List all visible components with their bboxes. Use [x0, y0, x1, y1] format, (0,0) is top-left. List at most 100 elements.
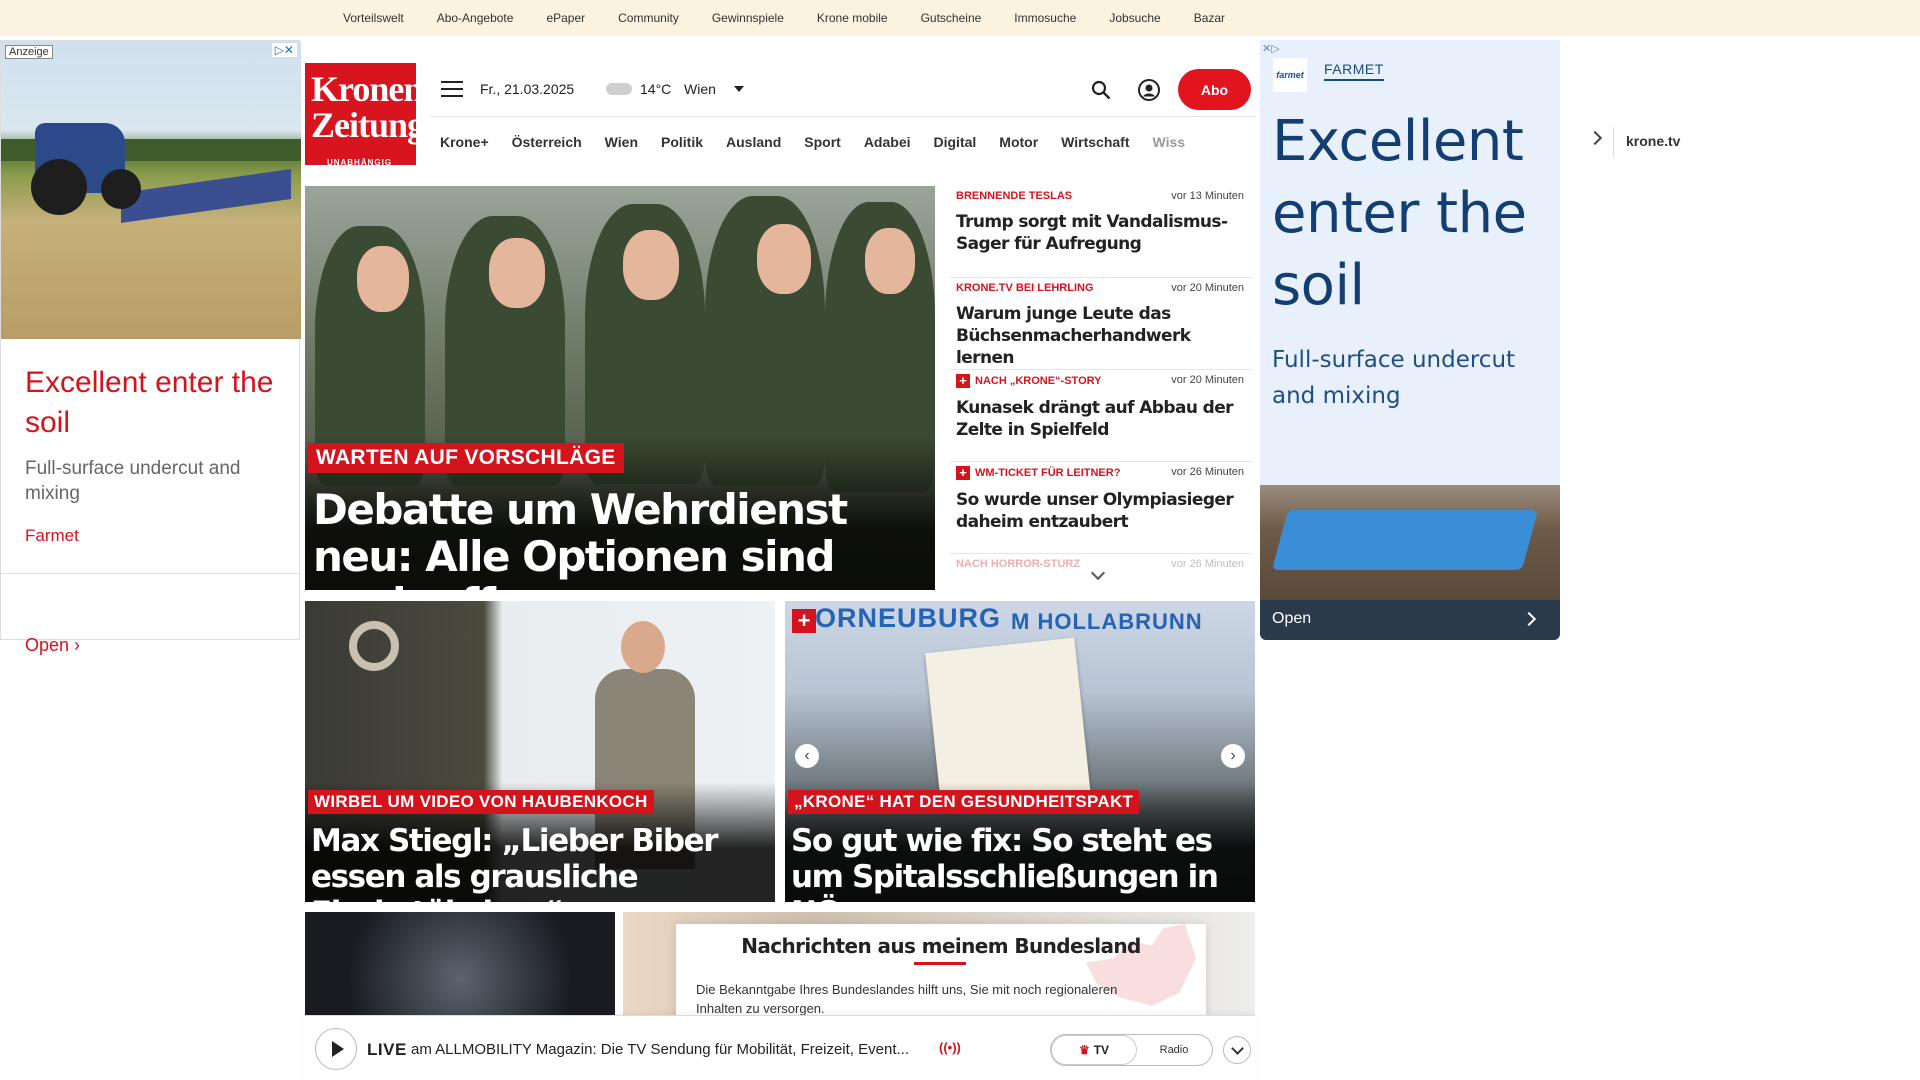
hero-kicker: WARTEN AUF VORSCHLÄGE — [308, 443, 624, 473]
ad-subline: Full-surface undercut and mixing — [1272, 347, 1516, 409]
nav-item-wirtschaft[interactable]: Wirtschaft — [1061, 134, 1129, 150]
nav-item-wissen[interactable]: Wiss — [1153, 134, 1186, 150]
region-description: Die Bekanntgabe Ihres Bundeslandes hilft… — [696, 982, 1118, 1016]
broadcast-icon: ((•)) — [939, 1040, 961, 1055]
radio-toggle-option[interactable]: Radio — [1136, 1035, 1212, 1065]
topbar-link-vorteilswelt[interactable]: Vorteilswelt — [343, 11, 404, 25]
nav-item-krone-tv[interactable]: krone.tv — [1626, 133, 1680, 149]
news-title[interactable]: Trump sorgt mit Vandalismus-Sager für Au… — [956, 211, 1246, 255]
logo-line1: Kronen — [311, 69, 423, 109]
live-label: LIVE — [367, 1040, 407, 1059]
region-title: Nachrichten aus meinem Bundesland — [741, 934, 1141, 958]
krone-plus-icon: + — [956, 466, 970, 480]
chevron-right-icon — [1521, 611, 1537, 627]
carousel-prev-button[interactable]: ‹ — [795, 744, 819, 768]
current-date: Fr., 21.03.2025 — [480, 81, 575, 97]
live-program-text[interactable]: am ALLMOBILITY Magazin: Die TV Sendung f… — [411, 1041, 909, 1058]
search-icon[interactable] — [1091, 80, 1111, 100]
latest-news-list: BRENNENDE TESLAS vor 13 Minuten Trump so… — [950, 186, 1252, 590]
tv-toggle-option[interactable]: ♛ TV — [1051, 1035, 1137, 1065]
news-time: vor 13 Minuten — [1171, 190, 1244, 202]
nav-item-motor[interactable]: Motor — [999, 134, 1038, 150]
ad-divider — [1, 573, 299, 574]
hero-figure — [757, 224, 811, 294]
main-navigation: Krone+ Österreich Wien Politik Ausland S… — [430, 116, 1680, 166]
nav-item-sport[interactable]: Sport — [804, 134, 841, 150]
hero-headline[interactable]: Debatte um Wehrdienst neu: Alle Optionen… — [313, 486, 923, 590]
nav-item-ausland[interactable]: Ausland — [726, 134, 781, 150]
ad-open-button[interactable]: Open — [1260, 600, 1560, 640]
nav-item-adabei[interactable]: Adabei — [864, 134, 911, 150]
hero-figure — [357, 246, 409, 312]
news-item[interactable]: KRONE.TV BEI LEHRLING vor 20 Minuten War… — [950, 278, 1252, 370]
ad-subline: Full-surface undercut and mixing — [25, 458, 241, 504]
adchoices-icon[interactable]: ✕▷ — [1262, 42, 1280, 55]
news-kicker: NACH „KRONE“-STORY — [975, 375, 1102, 387]
ad-wheel — [31, 159, 87, 215]
sign-text: M HOLLABRUNN — [1011, 609, 1203, 634]
kronen-zeitung-logo[interactable]: Kronen Zeitung UNABHÄNGIG — [305, 63, 425, 167]
krone-plus-icon: + — [956, 374, 970, 388]
krone-plus-icon: + — [792, 609, 816, 633]
right-ad-banner[interactable]: ✕▷ farmet FARMET Excellent enter the soi… — [1260, 40, 1560, 640]
article-card-stiegl[interactable]: WIRBEL UM VIDEO VON HAUBENKOCH Max Stieg… — [305, 601, 775, 902]
logo-tagline: UNABHÄNGIG — [326, 158, 393, 167]
city-selector[interactable]: Wien — [684, 81, 716, 97]
topbar-link-community[interactable]: Community — [618, 11, 679, 25]
nav-scroll-right-icon[interactable] — [1587, 130, 1603, 146]
chef-head — [621, 621, 665, 673]
hero-figure — [623, 230, 679, 300]
nav-item-krone-plus[interactable]: Krone+ — [440, 134, 489, 150]
farmet-logo[interactable]: farmet — [1273, 58, 1307, 92]
topbar-link-gewinnspiele[interactable]: Gewinnspiele — [712, 11, 784, 25]
article-card-spitaeler[interactable]: ORNEUBURG M HOLLABRUNN + ‹ › „KRONE“ HAT… — [785, 601, 1255, 902]
ad-open-label: Open — [1272, 610, 1312, 627]
live-player-bar: LIVE am ALLMOBILITY Magazin: Die TV Send… — [305, 1015, 1255, 1080]
tv-radio-toggle[interactable]: ♛ TV Radio — [1050, 1034, 1213, 1066]
news-title[interactable]: Kunasek drängt auf Abbau der Zelte in Sp… — [956, 397, 1246, 441]
news-title[interactable]: Warum junge Leute das Büchsenmacherhandw… — [956, 303, 1246, 369]
ad-wheel — [101, 169, 141, 209]
ad-open-button[interactable]: Open › — [25, 635, 80, 656]
card-headline[interactable]: So gut wie fix: So steht es um Spitalssc… — [791, 823, 1251, 902]
hero-figure — [865, 228, 915, 294]
ad-brand[interactable]: FARMET — [1324, 61, 1384, 81]
nav-item-oesterreich[interactable]: Österreich — [512, 134, 582, 150]
hamburger-menu-icon[interactable] — [441, 81, 463, 97]
nav-item-wien[interactable]: Wien — [605, 134, 638, 150]
topbar-link-abo-angebote[interactable]: Abo-Angebote — [437, 11, 514, 25]
expand-player-button[interactable] — [1223, 1036, 1251, 1064]
news-item[interactable]: + NACH „KRONE“-STORY vor 20 Minuten Kunas… — [950, 370, 1252, 462]
crown-icon: ♛ — [1078, 1043, 1090, 1057]
chevron-down-icon[interactable] — [734, 86, 744, 92]
ad-brand[interactable]: Farmet — [25, 526, 79, 546]
news-title[interactable]: So wurde unser Olympiasieger daheim entz… — [956, 489, 1246, 533]
sign-text: ORNEUBURG — [815, 603, 1002, 633]
nav-item-digital[interactable]: Digital — [934, 134, 977, 150]
topbar-link-immosuche[interactable]: Immosuche — [1014, 11, 1076, 25]
card-headline[interactable]: Max Stiegl: „Lieber Biber essen als grau… — [311, 823, 771, 902]
nav-item-politik[interactable]: Politik — [661, 134, 703, 150]
ad-tractor-image[interactable] — [1, 41, 301, 339]
hero-article[interactable]: WARTEN AUF VORSCHLÄGE Debatte um Wehrdie… — [305, 186, 935, 590]
play-button[interactable] — [315, 1028, 357, 1070]
topbar-link-epaper[interactable]: ePaper — [546, 11, 585, 25]
user-account-icon[interactable] — [1137, 78, 1161, 102]
topbar-link-bazar[interactable]: Bazar — [1194, 11, 1225, 25]
ad-headline[interactable]: Excellent enter the soil — [25, 363, 285, 443]
news-time: vor 20 Minuten — [1171, 374, 1244, 386]
carousel-next-button[interactable]: › — [1221, 744, 1245, 768]
nav-divider — [1613, 127, 1614, 157]
news-item[interactable]: BRENNENDE TESLAS vor 13 Minuten Trump so… — [950, 186, 1252, 278]
news-item[interactable]: + WM-TICKET FÜR LEITNER? vor 26 Minuten S… — [950, 462, 1252, 554]
adchoices-icon[interactable]: ▷✕ — [271, 43, 297, 57]
temperature: 14°C — [640, 81, 672, 97]
topbar-link-jobsuche[interactable]: Jobsuche — [1109, 11, 1160, 25]
topbar-link-krone-mobile[interactable]: Krone mobile — [817, 11, 888, 25]
title-underline — [914, 962, 966, 965]
abo-button[interactable]: Abo — [1178, 69, 1251, 110]
ad-headline[interactable]: Excellent enter the soil — [1272, 106, 1552, 322]
topbar-link-gutscheine[interactable]: Gutscheine — [921, 11, 982, 25]
left-ad-banner[interactable]: Anzeige ▷✕ Excellent enter the soil Full… — [0, 40, 301, 655]
news-time: vor 26 Minuten — [1171, 558, 1244, 570]
